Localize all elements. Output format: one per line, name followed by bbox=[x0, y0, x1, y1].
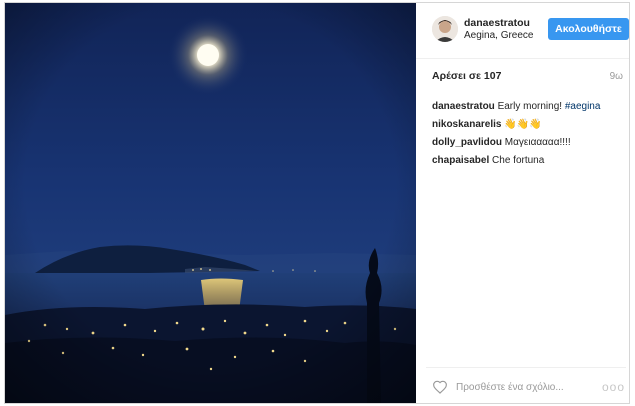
more-options-icon[interactable]: ooo bbox=[602, 380, 625, 394]
comment-username[interactable]: chapaisabel bbox=[432, 155, 489, 166]
comment-item: dolly_pavlidou Μαγειααααα!!!! bbox=[432, 134, 622, 152]
post-modal: danaestratou Aegina, Greece Ακολουθήστε … bbox=[4, 2, 630, 404]
heart-icon[interactable] bbox=[432, 380, 448, 394]
hashtag-link[interactable]: #aegina bbox=[565, 101, 601, 112]
post-location[interactable]: Aegina, Greece bbox=[464, 30, 534, 41]
add-comment-input[interactable] bbox=[456, 379, 596, 395]
comment-item: nikoskanarelis 👋👋👋 bbox=[432, 116, 622, 134]
likes-count[interactable]: Αρέσει σε 107 bbox=[432, 70, 501, 82]
comment-text: Che fortuna bbox=[492, 155, 545, 166]
avatar[interactable] bbox=[432, 16, 458, 42]
moonlit-sea-image bbox=[5, 3, 416, 403]
post-username[interactable]: danaestratou bbox=[464, 17, 530, 29]
post-header: danaestratou Aegina, Greece Ακολουθήστε bbox=[416, 3, 629, 59]
comments-list: danaestratou Early morning! #aegina niko… bbox=[432, 98, 622, 170]
comment-item: chapaisabel Che fortuna bbox=[432, 152, 622, 170]
profile-photo-icon bbox=[432, 16, 458, 42]
comment-username[interactable]: nikoskanarelis bbox=[432, 119, 501, 130]
post-sidebar: danaestratou Aegina, Greece Ακολουθήστε … bbox=[416, 3, 629, 403]
comment-text: Early morning! bbox=[497, 101, 565, 112]
comment-username[interactable]: dolly_pavlidou bbox=[432, 137, 502, 148]
follow-button[interactable]: Ακολουθήστε bbox=[548, 18, 629, 40]
comment-username[interactable]: danaestratou bbox=[432, 101, 495, 112]
footer-divider bbox=[426, 367, 626, 368]
post-age[interactable]: 9ω bbox=[610, 71, 623, 82]
comment-text: 👋👋👋 bbox=[504, 119, 542, 130]
comment-item: danaestratou Early morning! #aegina bbox=[432, 98, 622, 116]
post-photo[interactable] bbox=[5, 3, 416, 403]
comment-text: Μαγειααααα!!!! bbox=[504, 137, 571, 148]
